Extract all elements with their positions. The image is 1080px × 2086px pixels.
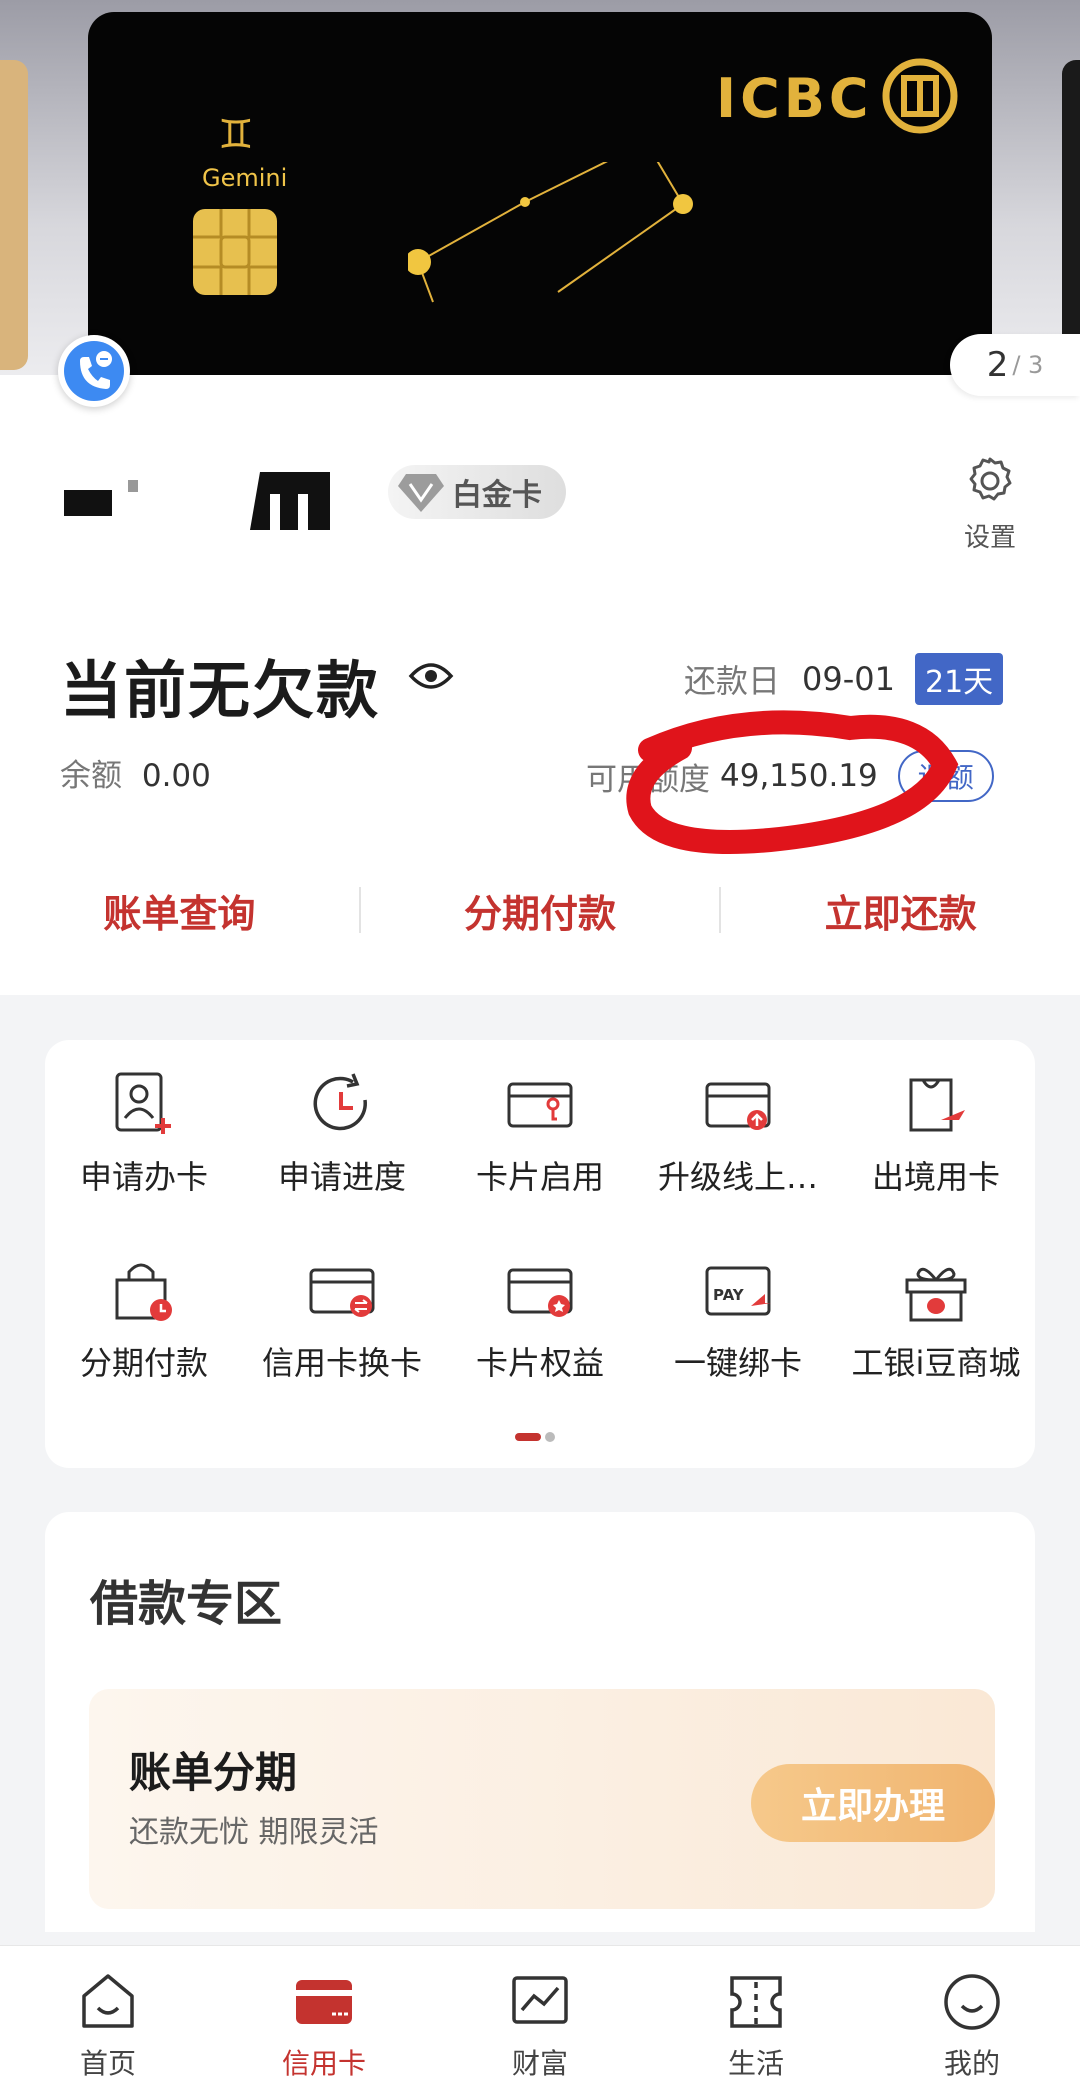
tab-wealth[interactable]: 财富 [432,1946,648,2086]
tab-home[interactable]: 首页 [0,1946,216,2086]
repay-now-button[interactable]: 立即还款 [721,883,1080,938]
page-total: / 3 [1012,351,1044,379]
balance-row: 余额 0.00 [60,750,211,795]
profile-icon [944,1974,1000,2030]
tab-label: 信用卡 [281,2047,366,2080]
credit-card-icon [296,1980,352,2024]
balance-value: 0.00 [141,758,211,794]
bank-logo-text: ICBC [716,67,873,130]
card-key-icon [507,1082,573,1128]
available-credit-value: 49,150.19 [720,758,878,794]
service-ibean-mall[interactable]: 工银i豆商城 [837,1256,1035,1384]
service-label: 出境用卡 [871,1158,1000,1196]
service-label: 信用卡换卡 [261,1344,422,1382]
icbc-logo-icon [882,58,958,134]
service-label: 一键绑卡 [673,1344,802,1382]
repayment-date-row: 还款日 09-01 21天 [684,653,1004,705]
tab-label: 我的 [943,2047,1000,2080]
previous-card-peek[interactable] [0,60,28,370]
bill-installment-card[interactable]: 账单分期 还款无忧 期限灵活 立即办理 [89,1689,995,1909]
service-application-progress[interactable]: 申请进度 [243,1070,441,1198]
ticket-icon [730,1976,782,2028]
card-page-indicator: 2 / 3 [950,334,1080,396]
services-grid: 申请办卡 申请进度 卡片启用 升级线上… 出境用卡 分期付款 信用卡换卡 卡片权… [45,1070,1035,1384]
apply-now-button[interactable]: 立即办理 [751,1764,995,1842]
diamond-icon [398,474,444,512]
service-label: 升级线上… [657,1158,818,1196]
days-remaining-badge: 21天 [915,653,1004,705]
service-label: 卡片启用 [475,1158,604,1196]
service-label: 工银i豆商城 [851,1344,1021,1382]
page-current: 2 [986,345,1009,385]
card-chip-icon [193,209,277,295]
inactive-page-dot [545,1432,555,1442]
cardholder-name-redacted [64,472,330,530]
service-label: 申请进度 [277,1158,406,1196]
balance-label: 余额 [60,758,122,794]
progress-clock-icon [313,1073,367,1131]
card-zodiac-name: Gemini [202,164,288,192]
account-panel: 白金卡 设置 当前无欠款 还款日 09-01 21天 余额 0.00 可用额度 … [0,375,1080,995]
bag-clock-icon [115,1263,172,1321]
card-swap-icon [309,1268,375,1317]
service-installment[interactable]: 分期付款 [45,1256,243,1384]
service-upgrade-online[interactable]: 升级线上… [639,1070,837,1198]
eye-icon[interactable] [408,660,454,692]
phone-chat-icon [64,341,124,401]
settings-button[interactable]: 设置 [955,453,1025,554]
service-label: 申请办卡 [79,1158,208,1196]
services-page-dots [515,1432,555,1442]
bill-inquiry-button[interactable]: 账单查询 [0,883,359,938]
gear-icon [969,457,1012,501]
adjust-limit-button[interactable]: 调额 [897,750,994,802]
home-icon [82,1974,134,2028]
loan-zone-title: 借款专区 [90,1576,283,1632]
gemini-constellation-icon [408,162,693,303]
bottom-tab-bar: 首页 信用卡 财富 生活 我的 [0,1945,1080,2086]
tab-profile[interactable]: 我的 [864,1946,1080,2086]
bag-plane-icon [909,1078,965,1132]
card-star-icon [507,1268,573,1317]
tab-label: 首页 [79,2047,136,2080]
card-tier-badge: 白金卡 [388,465,566,519]
service-one-click-bind[interactable]: PAY 一键绑卡 [639,1256,837,1384]
tab-credit-card[interactable]: 信用卡 [216,1946,432,2086]
service-card-benefits[interactable]: 卡片权益 [441,1256,639,1384]
service-card-replacement[interactable]: 信用卡换卡 [243,1256,441,1384]
bill-installment-title: 账单分期 [129,1748,298,1797]
service-overseas-card[interactable]: 出境用卡 [837,1070,1035,1198]
credit-card-image[interactable]: ICBC ♊ Gemini [88,12,992,375]
settings-label: 设置 [963,523,1016,553]
active-page-dot [515,1433,541,1441]
gemini-symbol-icon: ♊ [218,112,254,158]
wealth-chart-icon [512,1976,568,2024]
next-card-peek[interactable] [1062,60,1080,370]
services-panel: 申请办卡 申请进度 卡片启用 升级线上… 出境用卡 分期付款 信用卡换卡 卡片权… [45,1040,1035,1468]
svg-text:PAY: PAY [713,1286,745,1304]
loan-zone-panel: 借款专区 账单分期 还款无忧 期限灵活 立即办理 [45,1512,1035,1932]
quick-actions-bar: 账单查询 分期付款 立即还款 [0,870,1080,950]
due-date-value: 09-01 [802,660,895,698]
available-credit-row: 可用额度 49,150.19 调额 [586,750,994,802]
user-card-add-icon [115,1072,171,1134]
tab-life[interactable]: 生活 [648,1946,864,2086]
service-label: 分期付款 [79,1344,208,1382]
tab-label: 生活 [727,2047,784,2080]
bill-installment-subtitle: 还款无忧 期限灵活 [129,1815,379,1850]
gift-box-icon [905,1267,967,1322]
available-credit-label: 可用额度 [586,761,710,798]
card-upgrade-icon [705,1082,771,1130]
debt-status-title: 当前无欠款 [60,654,381,727]
installment-button[interactable]: 分期付款 [361,883,720,938]
tab-label: 财富 [511,2047,568,2080]
customer-service-call-button[interactable] [58,335,130,407]
tier-badge-label: 白金卡 [452,478,542,513]
due-date-label: 还款日 [684,662,781,700]
service-apply-card[interactable]: 申请办卡 [45,1070,243,1198]
service-card-activation[interactable]: 卡片启用 [441,1070,639,1198]
card-carousel[interactable]: ICBC ♊ Gemini [0,0,1080,375]
service-label: 卡片权益 [475,1344,604,1382]
pay-card-icon: PAY [705,1266,771,1316]
